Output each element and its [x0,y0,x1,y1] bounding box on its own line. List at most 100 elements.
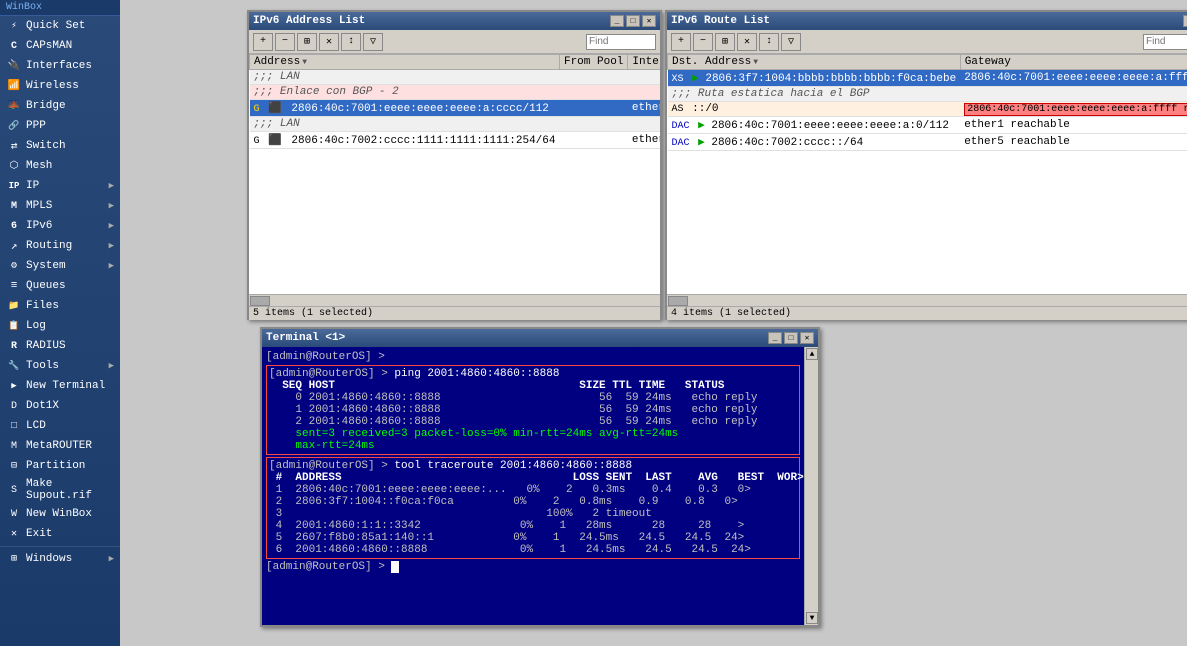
terminal-tracert-row-5: 6 2001:4860:4860::8888 0% 1 24.5ms 24.5 … [269,544,797,556]
table-row[interactable]: ;;; LAN [250,70,661,85]
sidebar-item-ipv6[interactable]: IPv6 ▶ [0,216,120,236]
sidebar-label-quick-set: Quick Set [26,20,85,32]
sidebar-item-wireless[interactable]: Wireless [0,76,120,96]
sidebar-item-partition[interactable]: Partition [0,456,120,476]
sidebar: WinBox Quick Set CAPsMAN Interfaces Wire… [0,0,120,646]
scrollbar-down[interactable]: ▼ [806,612,818,624]
ipv6-addr-move-btn[interactable]: ↕ [341,33,361,51]
switch-icon [6,138,22,154]
col-header-dst: Dst. Address [668,55,961,70]
ipv6-addr-filter-btn[interactable]: ▽ [363,33,383,51]
terminal-close[interactable]: ✕ [800,332,814,344]
lcd-icon [6,418,22,434]
table-row[interactable]: DAC ▶ 2806:40c:7001:eeee:eeee:eeee:a:0/1… [668,117,1187,134]
sidebar-item-files[interactable]: Files [0,296,120,316]
ipv6-addr-scrollbar-h[interactable] [249,294,660,306]
sidebar-label-new-terminal: New Terminal [26,380,105,392]
scrollbar-up[interactable]: ▲ [806,348,818,360]
ipv6-addr-table: Address From Pool Interface ;;; LAN [249,54,660,149]
sidebar-item-ppp[interactable]: PPP [0,116,120,136]
sidebar-item-new-winbox[interactable]: New WinBox [0,504,120,524]
routing-arrow: ▶ [109,241,114,251]
sidebar-label-queues: Queues [26,280,66,292]
sidebar-item-mesh[interactable]: Mesh [0,156,120,176]
sidebar-item-interfaces[interactable]: Interfaces [0,56,120,76]
col-header-gateway: Gateway [960,55,1187,70]
sidebar-item-mpls[interactable]: MPLS ▶ [0,196,120,216]
terminal-ping-row-2: 2 2001:4860:4860::8888 56 59 24ms echo r… [269,416,797,428]
sidebar-label-radius: RADIUS [26,340,66,352]
sidebar-item-ip[interactable]: IP ▶ [0,176,120,196]
ipv6-addr-maximize[interactable]: □ [626,15,640,27]
sidebar-label-interfaces: Interfaces [26,60,92,72]
new-terminal-icon [6,378,22,394]
radius-icon [6,338,22,354]
sidebar-item-lcd[interactable]: LCD [0,416,120,436]
sidebar-item-radius[interactable]: RADIUS [0,336,120,356]
ipv6-route-add-btn[interactable]: + [671,33,691,51]
sidebar-item-exit[interactable]: Exit [0,524,120,544]
sidebar-item-tools[interactable]: Tools ▶ [0,356,120,376]
ipv6-addr-copy-btn[interactable]: ⊞ [297,33,317,51]
ipv6-addr-find-input[interactable] [586,34,656,50]
table-row[interactable]: ;;; Enlace con BGP - 2 [250,85,661,100]
terminal-maximize[interactable]: □ [784,332,798,344]
mpls-arrow: ▶ [109,201,114,211]
winbox-label: WinBox [0,0,120,16]
sidebar-label-dot1x: Dot1X [26,400,59,412]
ipv6-addr-minimize[interactable]: _ [610,15,624,27]
sidebar-item-switch[interactable]: Switch [0,136,120,156]
ip-arrow: ▶ [109,181,114,191]
ipv6-route-scrollbar-h[interactable] [667,294,1187,306]
table-row[interactable]: DAC ▶ 2806:40c:7002:cccc::/64 ether5 rea… [668,134,1187,151]
ipv6-addr-delete-btn[interactable]: ✕ [319,33,339,51]
terminal-minimize[interactable]: _ [768,332,782,344]
sidebar-item-bridge[interactable]: Bridge [0,96,120,116]
main-area: IPv6 Address List _ □ ✕ + − ⊞ ✕ ↕ ▽ Addr… [120,0,1187,646]
ipv6-addr-status: 5 items (1 selected) [249,306,660,320]
mpls-icon [6,198,22,214]
terminal-ping-section: [admin@RouterOS] > ping 2001:4860:4860::… [266,365,800,455]
ipv6-route-find-input[interactable] [1143,34,1187,50]
sidebar-item-new-terminal[interactable]: New Terminal [0,376,120,396]
terminal-final-prompt[interactable]: [admin@RouterOS] > [266,561,800,573]
sidebar-label-exit: Exit [26,528,52,540]
ipv6-addr-remove-btn[interactable]: − [275,33,295,51]
sidebar-item-windows[interactable]: Windows ▶ [0,549,120,569]
terminal-tracert-row-3: 4 2001:4860:1:1::3342 0% 1 28ms 28 28 > [269,520,797,532]
ipv6-route-filter-btn[interactable]: ▽ [781,33,801,51]
sidebar-item-capsman[interactable]: CAPsMAN [0,36,120,56]
new-winbox-icon [6,506,22,522]
sidebar-item-quick-set[interactable]: Quick Set [0,16,120,36]
terminal-ping-row-1: 1 2001:4860:4860::8888 56 59 24ms echo r… [269,404,797,416]
table-row-selected[interactable]: G ⬛ 2806:40c:7001:eeee:eeee:eeee:a:cccc/… [250,100,661,117]
terminal-ping-header: SEQ HOST SIZE TTL TIME STATUS [269,380,797,392]
table-row[interactable]: ;;; Ruta estatica hacia el BGP [668,87,1187,102]
sidebar-item-meta-router[interactable]: MetaROUTER [0,436,120,456]
table-row-selected[interactable]: XS ▶ 2806:3f7:1004:bbbb:bbbb:bbbb:f0ca:b… [668,70,1187,87]
sidebar-label-switch: Switch [26,140,66,152]
terminal-title: Terminal <1> [266,332,345,344]
terminal-scrollbar[interactable]: ▲ ▼ [804,347,818,625]
mesh-icon [6,158,22,174]
ipv6-route-minimize[interactable]: _ [1183,15,1187,27]
sidebar-item-queues[interactable]: Queues [0,276,120,296]
ipv6-route-table-container[interactable]: Dst. Address Gateway XS ▶ 2806:3f7:1004:… [667,54,1187,294]
ipv6-addr-table-container[interactable]: Address From Pool Interface ;;; LAN [249,54,660,294]
sidebar-item-system[interactable]: System ▶ [0,256,120,276]
ipv6-addr-close[interactable]: ✕ [642,15,656,27]
terminal-body[interactable]: [admin@RouterOS] > [admin@RouterOS] > pi… [262,347,804,625]
sidebar-item-log[interactable]: Log [0,316,120,336]
ipv6-addr-controls: _ □ ✕ [610,15,656,27]
ipv6-route-move-btn[interactable]: ↕ [759,33,779,51]
sidebar-item-dot1x[interactable]: Dot1X [0,396,120,416]
ipv6-route-remove-btn[interactable]: − [693,33,713,51]
table-row[interactable]: AS ::/0 2806:40c:7001:eeee:eeee:eeee:a:f… [668,102,1187,117]
sidebar-item-make-supout[interactable]: Make Supout.rif [0,476,120,504]
ipv6-route-copy-btn[interactable]: ⊞ [715,33,735,51]
ipv6-addr-add-btn[interactable]: + [253,33,273,51]
ipv6-route-delete-btn[interactable]: ✕ [737,33,757,51]
table-row[interactable]: ;;; LAN [250,117,661,132]
table-row[interactable]: G ⬛ 2806:40c:7002:cccc:1111:1111:1111:25… [250,132,661,149]
sidebar-item-routing[interactable]: Routing ▶ [0,236,120,256]
